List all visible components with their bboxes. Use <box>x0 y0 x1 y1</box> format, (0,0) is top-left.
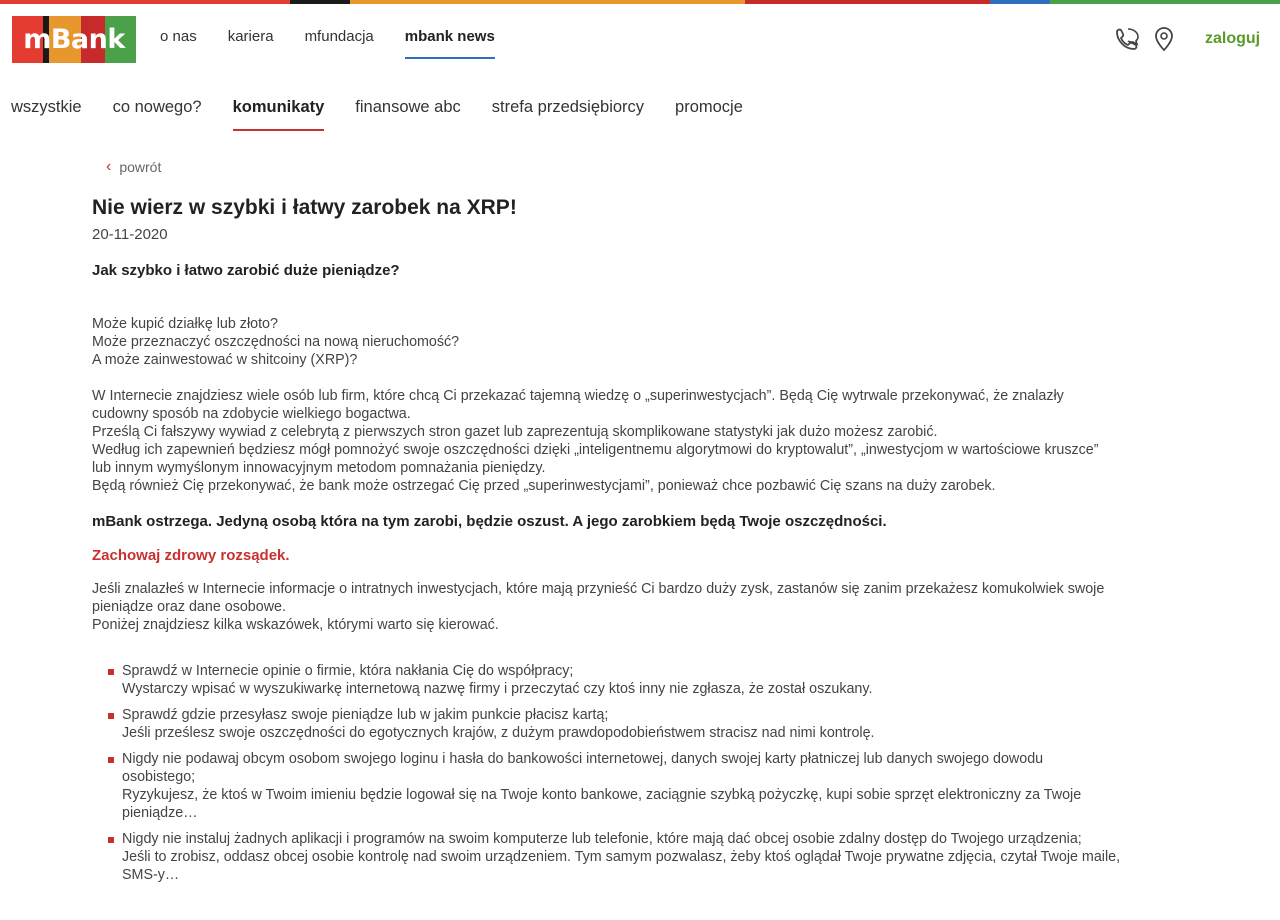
tip-line: Sprawdź w Internecie opinie o firmie, kt… <box>122 663 574 679</box>
article-subtitle: Jak szybko i łatwo zarobić duże pieniądz… <box>92 262 400 279</box>
topnav-item-o-nas[interactable]: o nas <box>160 28 197 58</box>
red-heading: Zachowaj zdrowy rozsądek. <box>92 547 290 564</box>
back-label: powrót <box>119 159 162 175</box>
category-tab-co-nowego[interactable]: co nowego? <box>113 98 202 132</box>
paragraph-line: cudowny sposób na zdobycie wielkiego bog… <box>92 406 411 422</box>
login-link[interactable]: zaloguj <box>1205 30 1260 48</box>
paragraph-line: W Internecie znajdziesz wiele osób lub f… <box>92 388 1064 404</box>
chevron-left-icon: ‹ <box>106 158 112 175</box>
bullet-icon <box>108 713 114 719</box>
topnav-item-kariera[interactable]: kariera <box>228 28 274 58</box>
category-navigation: wszystkie co nowego? komunikaty finansow… <box>11 98 774 132</box>
tip-line: Ryzykujesz, że ktoś w Twoim imieniu będz… <box>122 787 1082 803</box>
bullet-icon <box>108 757 114 763</box>
question-line: Może kupić działkę lub złoto? <box>92 316 278 332</box>
list-item: Sprawdź gdzie przesyłasz swoje pieniądze… <box>106 706 1187 742</box>
article: Nie wierz w szybki i łatwy zarobek na XR… <box>92 196 1187 892</box>
category-tab-finansowe-abc[interactable]: finansowe abc <box>355 98 461 132</box>
topnav-item-mfundacja[interactable]: mfundacja <box>305 28 374 58</box>
tip-line: Wystarczy wpisać w wyszukiwarkę internet… <box>122 681 873 697</box>
back-link[interactable]: ‹ powrót <box>106 158 161 176</box>
category-tab-strefa-przedsiebiorcy[interactable]: strefa przedsiębiorcy <box>492 98 644 132</box>
tip-line: osobistego; <box>122 769 196 785</box>
category-tab-komunikaty[interactable]: komunikaty <box>232 98 324 132</box>
logo-text: mBank <box>23 24 125 55</box>
paragraph-line: lub innym wymyślonym innowacyjnym metodo… <box>92 460 546 476</box>
tips-list: Sprawdź w Internecie opinie o firmie, kt… <box>92 662 1187 884</box>
advice-paragraph: Jeśli znalazłeś w Internecie informacje … <box>92 580 1187 634</box>
tip-line: Nigdy nie instaluj żadnych aplikacji i p… <box>122 831 1082 847</box>
paragraph-line: Jeśli znalazłeś w Internecie informacje … <box>92 581 1105 597</box>
tip-line: pieniądze… <box>122 805 198 821</box>
paragraph-line: Według ich zapewnień będziesz mógł pomno… <box>92 442 1099 458</box>
phone-icon[interactable] <box>1113 26 1143 59</box>
questions-block: Może kupić działkę lub złoto? Może przez… <box>92 315 1187 369</box>
topnav-item-mbank-news[interactable]: mbank news <box>404 28 495 59</box>
list-item: Nigdy nie podawaj obcym osobom swojego l… <box>106 750 1187 822</box>
tip-line: SMS-y… <box>122 867 180 883</box>
paragraph-line: Będą również Cię przekonywać, że bank mo… <box>92 478 996 494</box>
paragraph-line: Prześlą Ci fałszywy wywiad z celebrytą z… <box>92 424 938 440</box>
brand-color-strip <box>0 0 1280 4</box>
mbank-logo[interactable]: mBank <box>12 16 136 63</box>
question-line: Może przeznaczyć oszczędności na nową ni… <box>92 334 460 350</box>
location-pin-icon[interactable] <box>1153 26 1175 59</box>
paragraph-line: Poniżej znajdziesz kilka wskazówek, któr… <box>92 617 499 633</box>
tip-line: Sprawdź gdzie przesyłasz swoje pieniądze… <box>122 707 609 723</box>
tip-line: Nigdy nie podawaj obcym osobom swojego l… <box>122 751 1044 767</box>
category-tab-wszystkie[interactable]: wszystkie <box>11 98 82 132</box>
top-navigation: o nas kariera mfundacja mbank news <box>160 28 495 59</box>
list-item: Nigdy nie instaluj żadnych aplikacji i p… <box>106 830 1187 884</box>
bullet-icon <box>108 669 114 675</box>
bullet-icon <box>108 837 114 843</box>
paragraph-line: pieniądze oraz dane osobowe. <box>92 599 286 615</box>
tip-line: Jeśli prześlesz swoje oszczędności do eg… <box>122 725 875 741</box>
list-item: Sprawdź w Internecie opinie o firmie, kt… <box>106 662 1187 698</box>
intro-paragraph: W Internecie znajdziesz wiele osób lub f… <box>92 387 1187 495</box>
question-line: A może zainwestować w shitcoiny (XRP)? <box>92 352 358 368</box>
article-date: 20-11-2020 <box>92 226 168 243</box>
tip-line: Jeśli to zrobisz, oddasz obcej osobie ko… <box>122 849 1121 865</box>
article-title: Nie wierz w szybki i łatwy zarobek na XR… <box>92 196 517 219</box>
category-tab-promocje[interactable]: promocje <box>675 98 743 132</box>
warning-text: mBank ostrzega. Jedyną osobą która na ty… <box>92 513 887 530</box>
